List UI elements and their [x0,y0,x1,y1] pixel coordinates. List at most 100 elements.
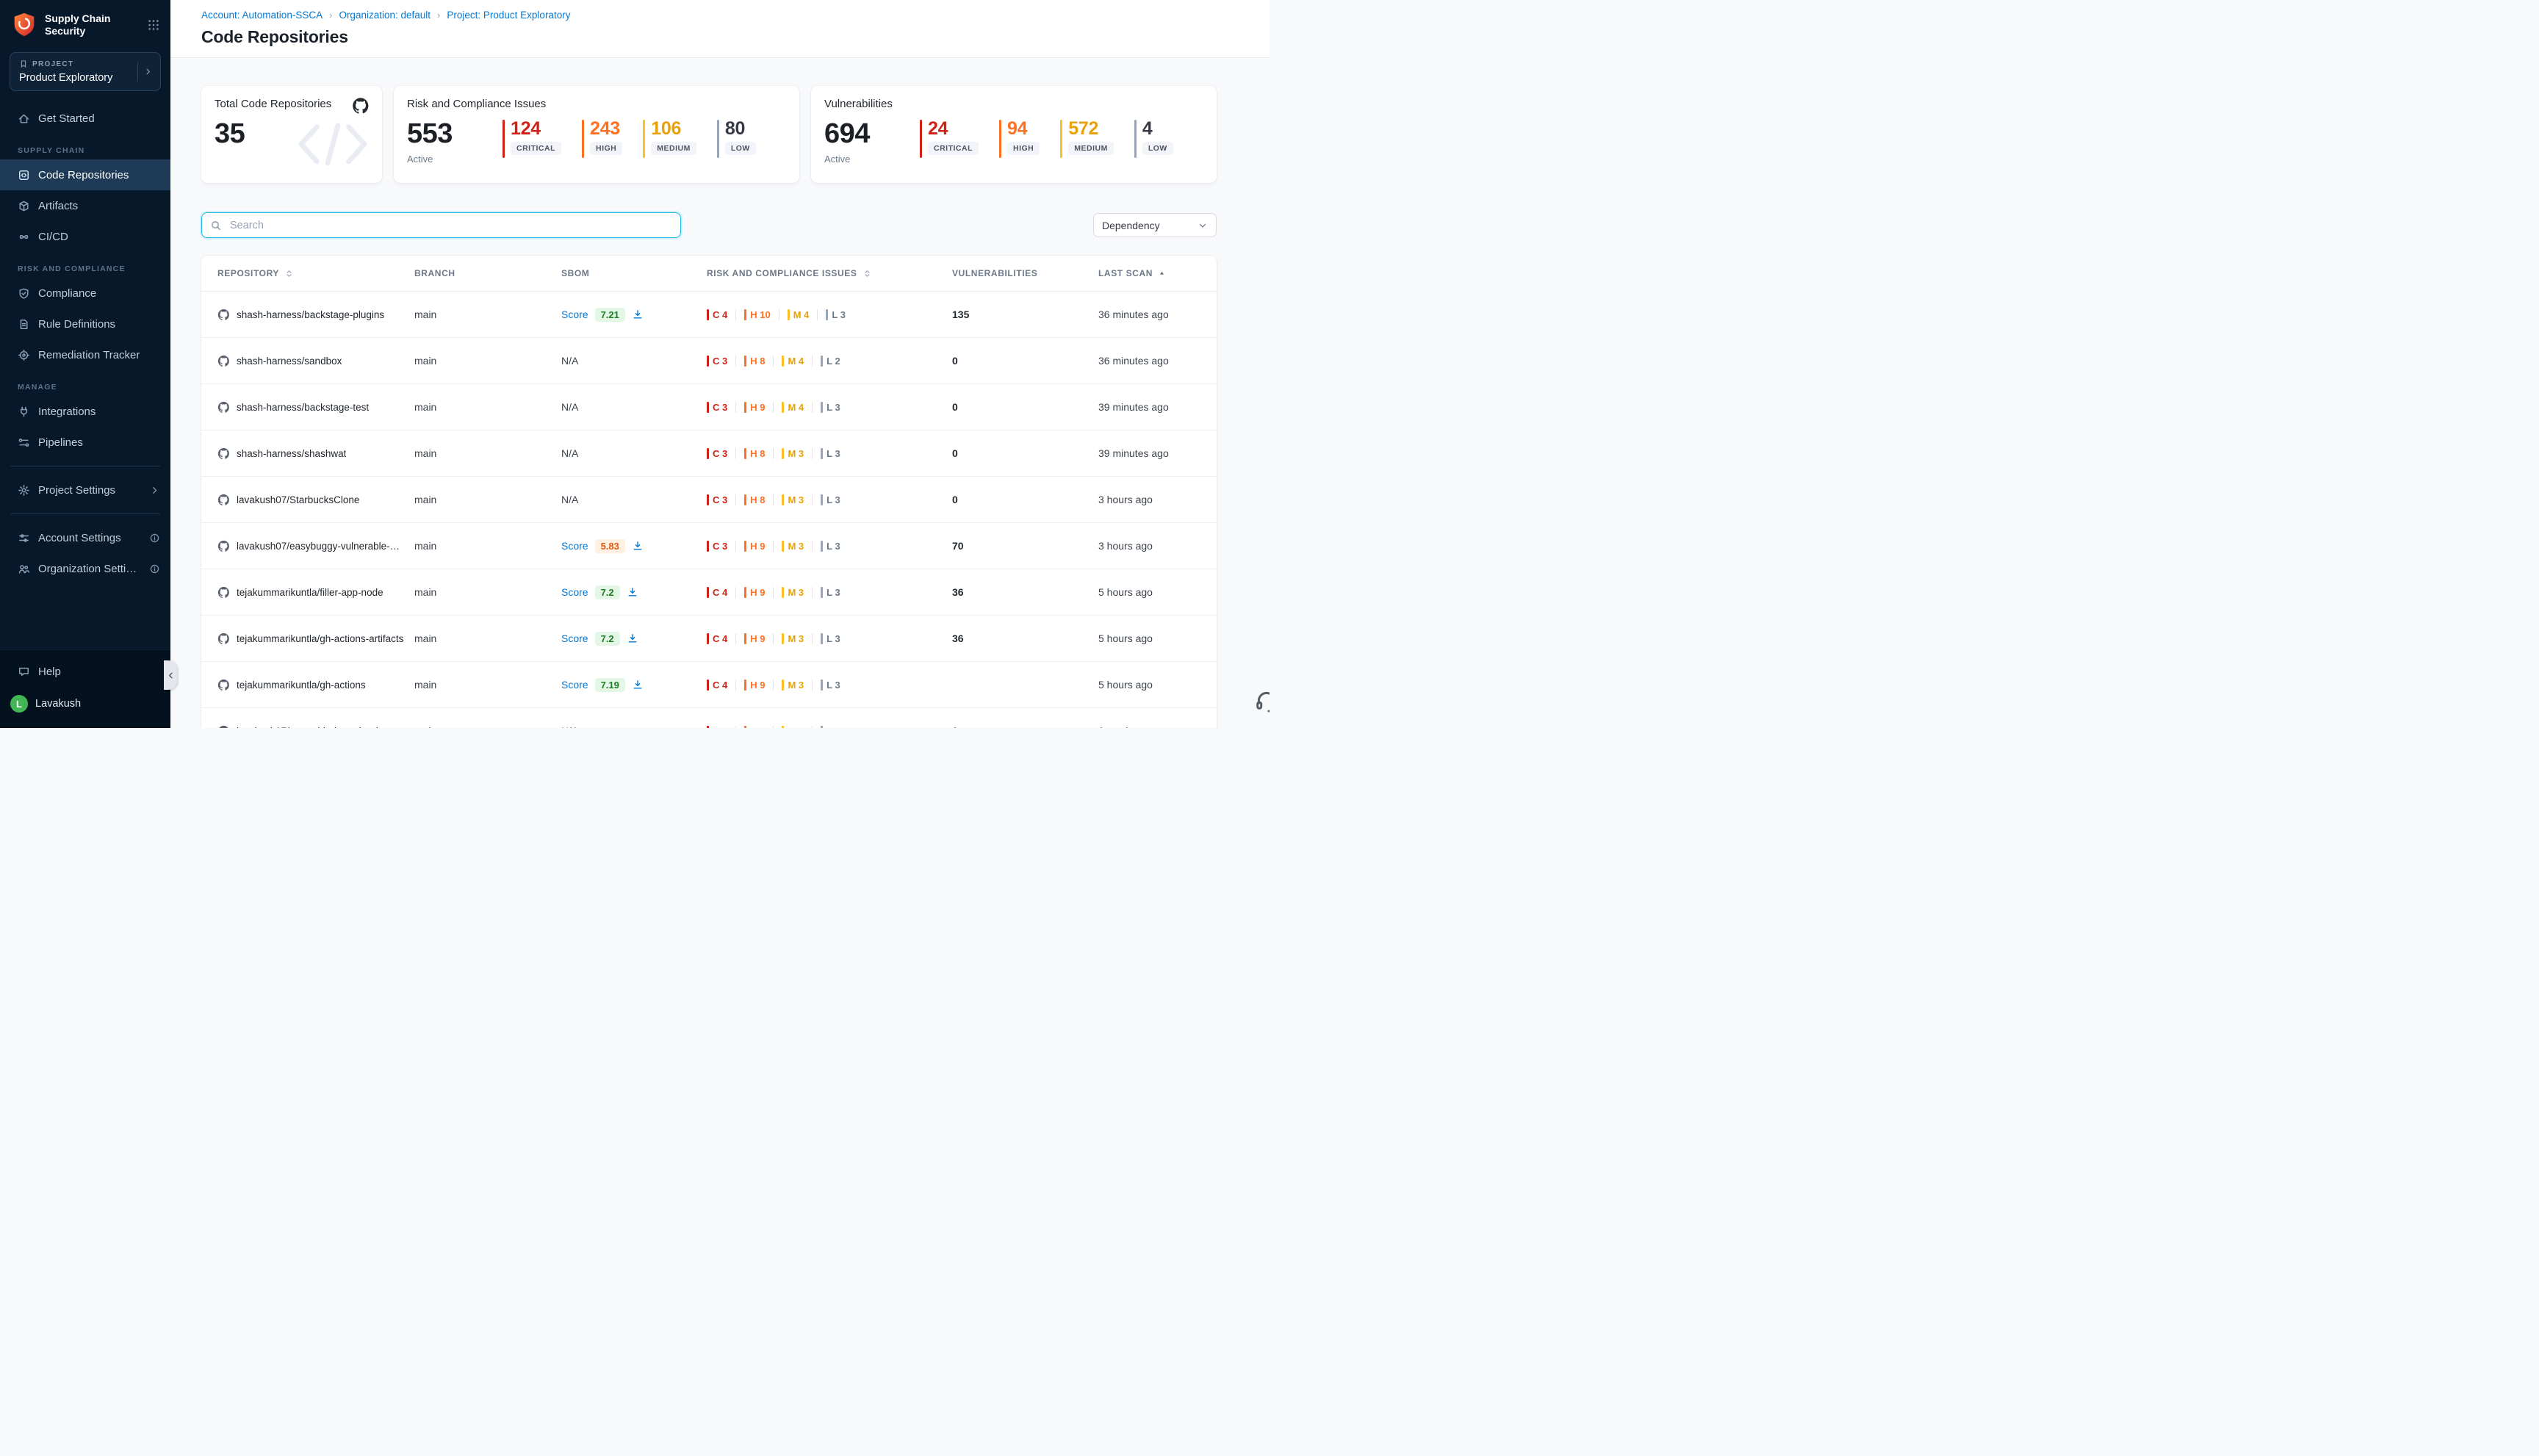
sbom-score-label[interactable]: Score [561,586,588,598]
sbom-score-label[interactable]: Score [561,540,588,552]
chevron-right-icon [143,67,153,76]
severity-chip-bar [821,494,823,505]
download-icon[interactable] [632,309,644,320]
repo-cell[interactable]: lavakush07/StarbucksClone [217,494,414,506]
last-scan-cell: 5 hours ago [1098,633,1200,644]
repo-cell[interactable]: shash-harness/backstage-plugins [217,309,414,321]
table-row: shash-harness/shashwatmainN/AC 3H 8M 3L … [201,430,1217,477]
download-icon[interactable] [632,679,644,691]
sidebar-item-integrations[interactable]: Integrations [0,396,170,427]
sbom-score-label[interactable]: Score [561,633,588,644]
repo-cell[interactable]: shash-harness/backstage-test [217,401,414,414]
severity-chip-text: C 3 [713,494,727,505]
chip-divider [735,726,736,729]
card-title: Vulnerabilities [824,98,1203,110]
sidebar-item-remediation-tracker[interactable]: Remediation Tracker [0,339,170,370]
severity-chip-critical: C 3 [707,726,727,729]
project-selector[interactable]: PROJECT Product Exploratory [10,52,161,91]
severity-chip-text: H 8 [750,448,765,459]
repo-cell[interactable]: tejakummarikuntla/filler-app-node [217,586,414,599]
severity-chip-text: M 4 [788,726,804,729]
module-switcher-icon[interactable] [147,18,160,32]
severity-chip-text: M 3 [788,680,804,691]
severity-chip-bar [782,680,784,691]
github-icon [217,447,230,460]
severity-chip-text: L 3 [826,541,840,552]
sort-icon[interactable] [284,269,294,278]
sidebar-item-code-repositories[interactable]: Code Repositories [0,159,170,190]
filter-row: Dependency [201,212,1217,238]
severity-chip-bar [707,309,709,320]
severity-chip-bar [744,494,746,505]
chip-divider [735,494,736,505]
search-box[interactable] [201,212,681,238]
info-icon [149,563,160,574]
sbom-cell: N/A [561,494,707,505]
sidebar: Supply Chain Security PROJECT Product Ex… [0,0,170,728]
repo-cell[interactable]: tejakummarikuntla/gh-actions [217,679,414,691]
column-label: VULNERABILITIES [952,268,1037,278]
chip-divider [773,680,774,691]
chip-divider [812,680,813,691]
chip-divider [735,402,736,413]
breadcrumb-link[interactable]: Account: Automation-SSCA [201,10,323,21]
user-name: Lavakush [35,698,81,710]
sbom-score-value: 7.21 [595,308,625,322]
sidebar-item-ci-cd[interactable]: CI/CD [0,221,170,252]
target-icon [18,349,30,361]
severity-chip-bar [707,402,709,413]
severity-chip-low: L 3 [826,309,846,320]
infinity-icon [18,231,30,243]
download-icon[interactable] [627,633,638,644]
sidebar-item-label: Get Started [38,112,95,125]
vulnerabilities-cell: 0 [952,401,1098,413]
severity-chip-bar [707,356,709,367]
sidebar-item-label: Compliance [38,287,96,300]
repo-cell[interactable]: lavakush07/argocd-hub-spoke-demo [217,725,414,729]
sidebar-item-rule-definitions[interactable]: Rule Definitions [0,309,170,339]
sort-ascending-icon[interactable] [1158,270,1166,278]
breadcrumb-link[interactable]: Project: Product Exploratory [447,10,570,21]
sbom-cell: N/A [561,401,707,413]
sidebar-item-get-started[interactable]: Get Started [0,103,170,134]
vulnerabilities-cell: 135 [952,309,1098,320]
project-selector-expand[interactable] [137,62,154,82]
repo-icon [18,169,30,181]
sidebar-item-compliance[interactable]: Compliance [0,278,170,309]
sidebar-item-organization-settings[interactable]: Organization Settings [0,553,170,584]
breadcrumb-link[interactable]: Organization: default [339,10,431,21]
severity-chip-text: C 4 [713,587,727,598]
sidebar-item-artifacts[interactable]: Artifacts [0,190,170,221]
branch-cell: main [414,586,561,598]
severity-chip-bar [782,726,784,729]
github-icon [217,309,230,321]
repo-cell[interactable]: lavakush07/easybuggy-vulnerable-app... [217,540,414,552]
chip-divider [817,309,818,320]
repo-cell[interactable]: shash-harness/shashwat [217,447,414,460]
repo-name: shash-harness/shashwat [237,448,346,459]
severity-chip-medium: M 4 [788,309,810,320]
search-input[interactable] [228,219,672,232]
resource-center-button[interactable] [1254,688,1270,713]
user-menu[interactable]: L Lavakush [0,687,170,721]
sidebar-item-pipelines[interactable]: Pipelines [0,427,170,458]
summary-cards: Total Code Repositories 35 Risk and Comp… [201,86,1217,183]
breadcrumb: Account: Automation-SSCA›Organization: d… [201,10,1239,21]
repo-cell[interactable]: tejakummarikuntla/gh-actions-artifacts [217,633,414,645]
download-icon[interactable] [632,540,644,552]
sidebar-item-help[interactable]: Help [0,656,170,687]
sort-icon[interactable] [862,269,872,278]
sbom-score-value: 5.83 [595,539,625,553]
column-header-sbom: SBOM [561,268,707,278]
severity-chip-medium: M 3 [782,541,804,552]
repo-cell[interactable]: shash-harness/sandbox [217,355,414,367]
download-icon[interactable] [627,586,638,598]
dependency-dropdown[interactable]: Dependency [1093,213,1217,237]
sidebar-item-project-settings[interactable]: Project Settings [0,475,170,505]
repo-name: shash-harness/backstage-plugins [237,309,384,320]
severity-chip-bar [707,726,709,729]
sidebar-collapse-button[interactable] [164,660,177,690]
sbom-score-label[interactable]: Score [561,309,588,320]
sbom-score-label[interactable]: Score [561,679,588,691]
sidebar-item-account-settings[interactable]: Account Settings [0,522,170,553]
